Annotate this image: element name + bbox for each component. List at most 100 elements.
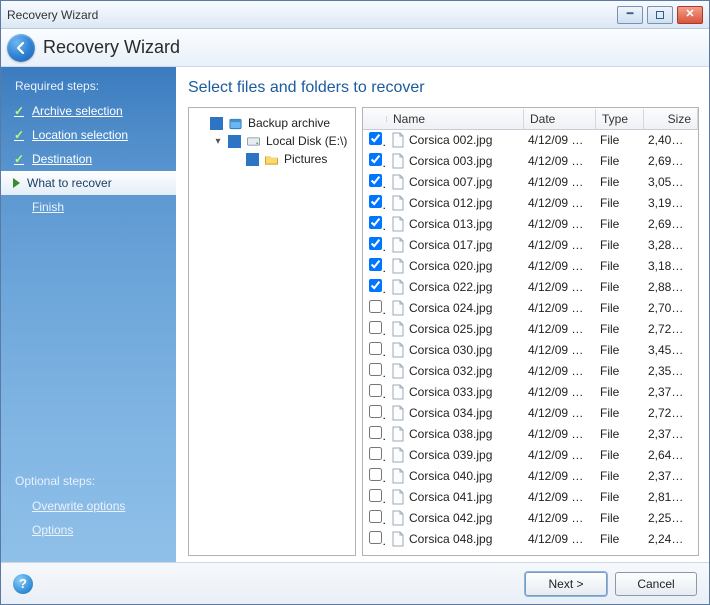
- file-checkbox[interactable]: [369, 237, 382, 250]
- file-size: 3,452 ...: [642, 343, 696, 357]
- file-checkbox[interactable]: [369, 384, 382, 397]
- column-name[interactable]: Name: [387, 109, 524, 129]
- file-icon: [391, 468, 405, 484]
- file-row[interactable]: Corsica 007.jpg4/12/09 7:...File3,052 ..…: [363, 172, 698, 193]
- main-panel: Select files and folders to recover Back…: [176, 67, 709, 562]
- file-checkbox[interactable]: [369, 531, 382, 544]
- file-size: 2,256 ...: [642, 511, 696, 525]
- file-type: File: [594, 280, 642, 294]
- tree-checkbox[interactable]: [246, 153, 259, 166]
- file-row[interactable]: Corsica 038.jpg4/12/09 7:...File2,376 ..…: [363, 424, 698, 445]
- file-checkbox[interactable]: [369, 363, 382, 376]
- help-button[interactable]: ?: [13, 574, 33, 594]
- file-size: 2,352 ...: [642, 364, 696, 378]
- file-type: File: [594, 385, 642, 399]
- file-checkbox[interactable]: [369, 132, 382, 145]
- file-row[interactable]: Corsica 022.jpg4/12/09 7:...File2,888 ..…: [363, 277, 698, 298]
- cancel-button[interactable]: Cancel: [615, 572, 697, 596]
- file-row[interactable]: Corsica 030.jpg4/12/09 7:...File3,452 ..…: [363, 340, 698, 361]
- folder-tree[interactable]: Backup archive▾Local Disk (E:\)Pictures: [188, 107, 356, 556]
- file-row[interactable]: Corsica 017.jpg4/12/09 7:...File3,280 ..…: [363, 235, 698, 256]
- file-row[interactable]: Corsica 033.jpg4/12/09 7:...File2,376 ..…: [363, 382, 698, 403]
- tree-node[interactable]: Backup archive: [193, 114, 351, 132]
- sidebar-step-archive-selection[interactable]: ✓ Archive selection: [1, 99, 176, 123]
- file-checkbox[interactable]: [369, 195, 382, 208]
- drive-icon: [246, 135, 261, 148]
- sidebar: Required steps: ✓Archive selection✓Locat…: [1, 67, 176, 562]
- sidebar-step-finish[interactable]: ✓Finish: [1, 195, 176, 219]
- sidebar-step-label: Archive selection: [32, 104, 123, 118]
- file-list-body[interactable]: Corsica 002.jpg4/12/09 7:...File2,404 ..…: [363, 130, 698, 555]
- tree-checkbox[interactable]: [210, 117, 223, 130]
- file-row[interactable]: Corsica 024.jpg4/12/09 7:...File2,704 ..…: [363, 298, 698, 319]
- file-checkbox[interactable]: [369, 426, 382, 439]
- sidebar-step-destination[interactable]: ✓Destination: [1, 147, 176, 171]
- file-icon: [391, 510, 405, 526]
- file-checkbox[interactable]: [369, 405, 382, 418]
- file-name: Corsica 012.jpg: [409, 196, 498, 210]
- file-checkbox[interactable]: [369, 342, 382, 355]
- file-checkbox[interactable]: [369, 300, 382, 313]
- column-type[interactable]: Type: [596, 109, 644, 129]
- file-row[interactable]: Corsica 039.jpg4/12/09 7:...File2,644 ..…: [363, 445, 698, 466]
- sidebar-optional-overwrite-options[interactable]: Overwrite options: [1, 494, 176, 518]
- minimize-button[interactable]: ━: [617, 6, 643, 24]
- file-date: 4/12/09 7:...: [522, 259, 594, 273]
- window-title: Recovery Wizard: [7, 8, 98, 22]
- maximize-button[interactable]: [647, 6, 673, 24]
- file-checkbox[interactable]: [369, 321, 382, 334]
- next-button[interactable]: Next >: [525, 572, 607, 596]
- check-icon: ✓: [13, 152, 25, 166]
- close-button[interactable]: ✕: [677, 6, 703, 24]
- file-row[interactable]: Corsica 025.jpg4/12/09 7:...File2,720 ..…: [363, 319, 698, 340]
- file-name: Corsica 007.jpg: [409, 175, 498, 189]
- file-icon: [391, 174, 405, 190]
- file-row[interactable]: Corsica 032.jpg4/12/09 7:...File2,352 ..…: [363, 361, 698, 382]
- file-icon: [391, 384, 405, 400]
- column-date[interactable]: Date: [524, 109, 596, 129]
- file-row[interactable]: Corsica 034.jpg4/12/09 7:...File2,724 ..…: [363, 403, 698, 424]
- file-checkbox[interactable]: [369, 216, 382, 229]
- sidebar-optional-options[interactable]: Options: [1, 518, 176, 542]
- file-checkbox[interactable]: [369, 279, 382, 292]
- file-checkbox[interactable]: [369, 447, 382, 460]
- file-checkbox[interactable]: [369, 174, 382, 187]
- check-icon: ✓: [13, 104, 25, 118]
- file-row[interactable]: Corsica 041.jpg4/12/09 7:...File2,812 ..…: [363, 487, 698, 508]
- file-type: File: [594, 469, 642, 483]
- file-row[interactable]: Corsica 048.jpg4/12/09 7:...File2,248 ..…: [363, 529, 698, 550]
- file-size: 2,376 ...: [642, 427, 696, 441]
- file-checkbox[interactable]: [369, 489, 382, 502]
- archive-icon: [228, 117, 243, 130]
- file-name: Corsica 038.jpg: [409, 427, 498, 441]
- file-row[interactable]: Corsica 040.jpg4/12/09 7:...File2,372 ..…: [363, 466, 698, 487]
- column-size[interactable]: Size: [644, 109, 698, 129]
- tree-node[interactable]: Pictures: [193, 150, 351, 168]
- file-size: 2,812 ...: [642, 490, 696, 504]
- file-row[interactable]: Corsica 012.jpg4/12/09 7:...File3,196 ..…: [363, 193, 698, 214]
- file-row[interactable]: Corsica 042.jpg4/12/09 7:...File2,256 ..…: [363, 508, 698, 529]
- file-date: 4/12/09 7:...: [522, 154, 594, 168]
- tree-checkbox[interactable]: [228, 135, 241, 148]
- file-checkbox[interactable]: [369, 468, 382, 481]
- file-row[interactable]: Corsica 020.jpg4/12/09 7:...File3,188 ..…: [363, 256, 698, 277]
- file-icon: [391, 531, 405, 547]
- file-type: File: [594, 322, 642, 336]
- sidebar-step-location-selection[interactable]: ✓Location selection: [1, 123, 176, 147]
- file-row[interactable]: Corsica 002.jpg4/12/09 7:...File2,404 ..…: [363, 130, 698, 151]
- file-checkbox[interactable]: [369, 153, 382, 166]
- tree-expander-icon[interactable]: ▾: [213, 136, 223, 147]
- file-date: 4/12/09 7:...: [522, 406, 594, 420]
- file-icon: [391, 342, 405, 358]
- file-icon: [391, 153, 405, 169]
- tree-node[interactable]: ▾Local Disk (E:\): [193, 132, 351, 150]
- file-row[interactable]: Corsica 013.jpg4/12/09 7:...File2,692 ..…: [363, 214, 698, 235]
- file-date: 4/12/09 7:...: [522, 133, 594, 147]
- back-button[interactable]: [7, 34, 35, 62]
- file-checkbox[interactable]: [369, 258, 382, 271]
- column-check[interactable]: [363, 116, 387, 122]
- file-type: File: [594, 448, 642, 462]
- file-size: 3,052 ...: [642, 175, 696, 189]
- file-row[interactable]: Corsica 003.jpg4/12/09 7:...File2,692 ..…: [363, 151, 698, 172]
- file-checkbox[interactable]: [369, 510, 382, 523]
